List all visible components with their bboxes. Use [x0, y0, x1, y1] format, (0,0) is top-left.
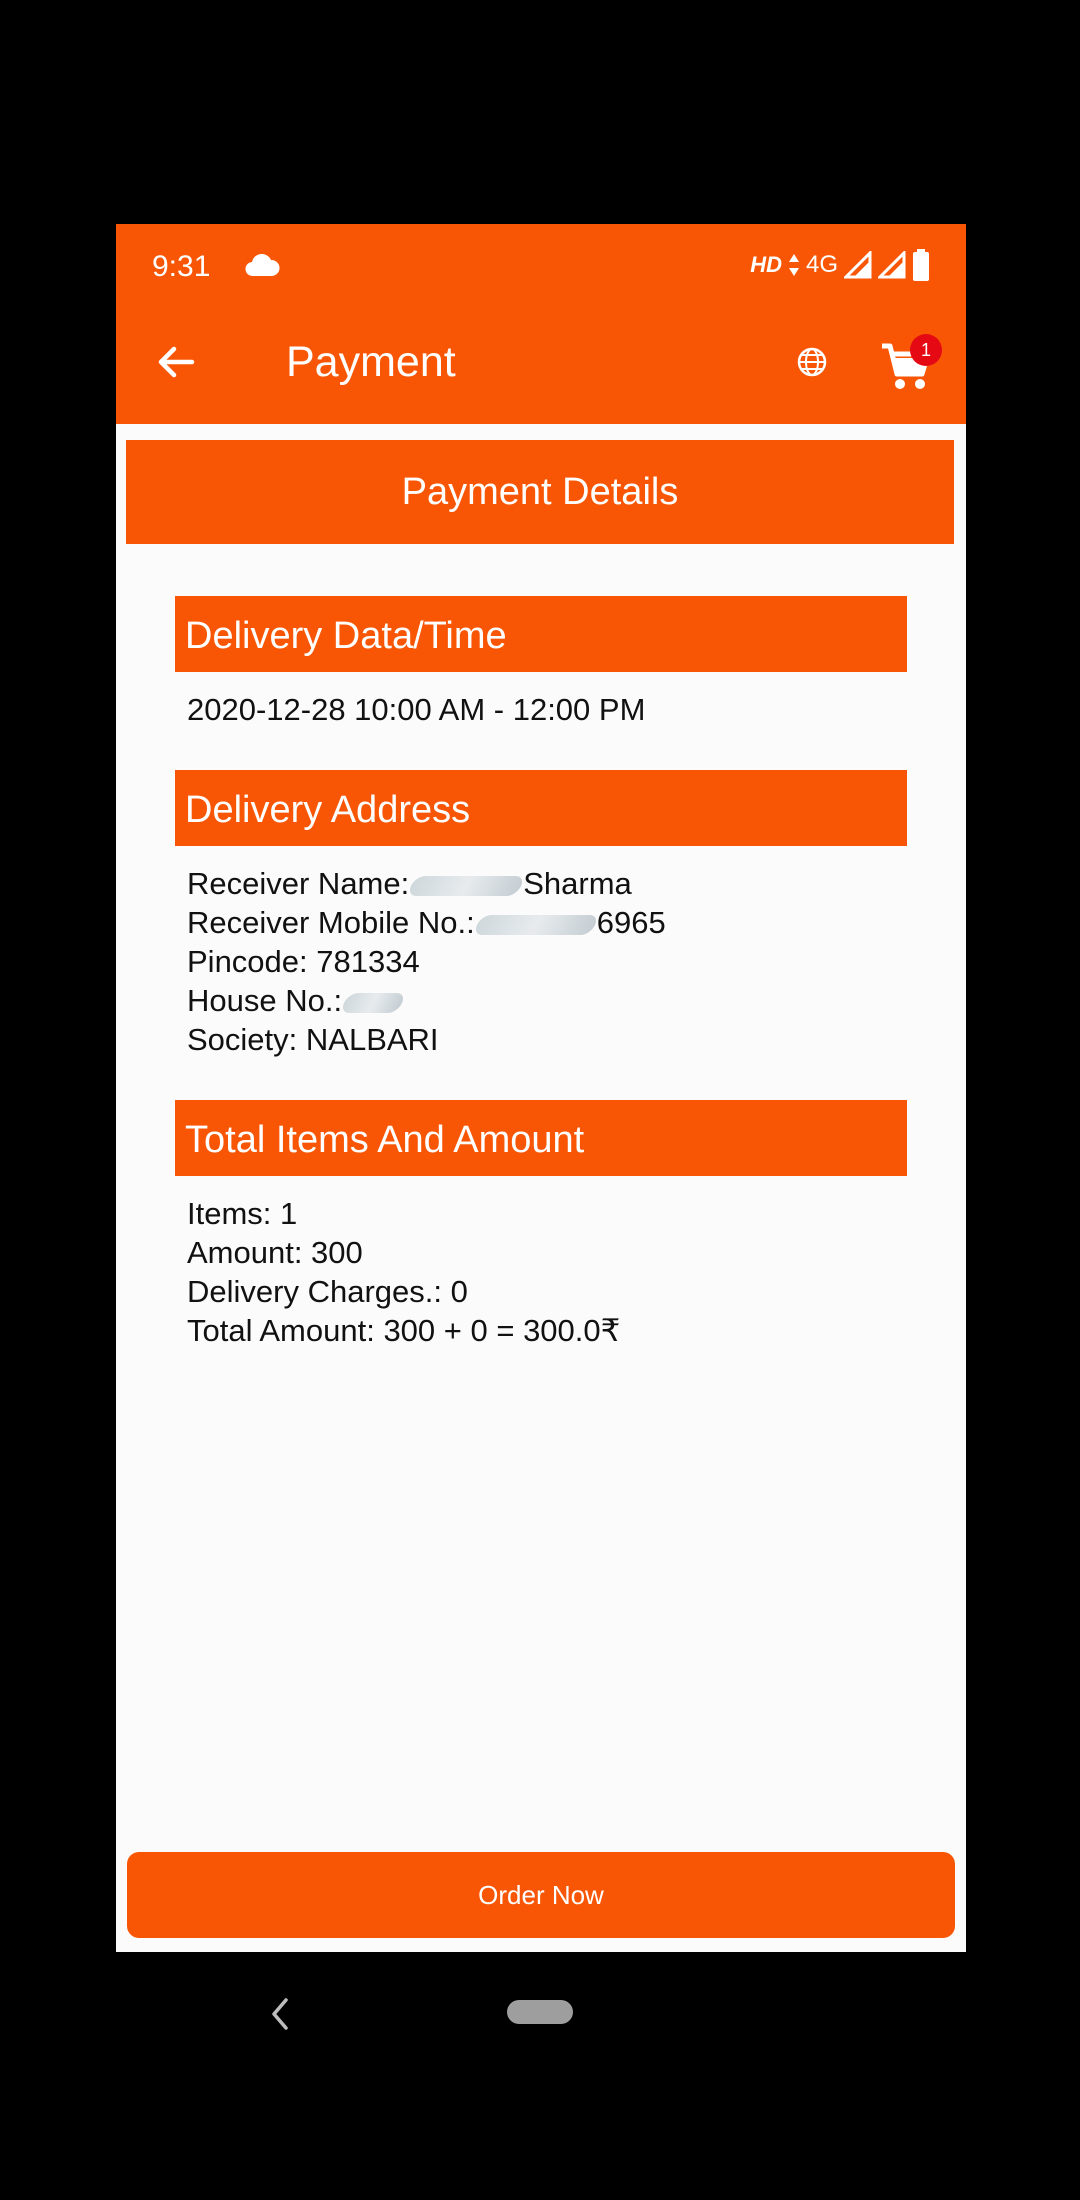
receiver-mobile-label: Receiver Mobile No.: — [187, 905, 475, 940]
data-arrows-icon — [788, 254, 799, 276]
amount-row: Amount: 300 — [187, 1235, 363, 1270]
nav-home-pill[interactable] — [507, 2000, 573, 2024]
status-time: 9:31 — [152, 250, 211, 283]
totals-details: Items: 1 Amount: 300 Delivery Charges.: … — [187, 1194, 907, 1350]
delivery-address-details: Receiver Name: Sharma Receiver Mobile No.… — [187, 864, 907, 1059]
redacted-name — [406, 875, 526, 896]
status-bar: 9:31 HD 4G — [116, 224, 966, 302]
total-amount-row: Total Amount: 300 + 0 = 300.0₹ — [187, 1313, 621, 1348]
app-header: 9:31 HD 4G Payment 1 — [116, 224, 966, 424]
cart-badge: 1 — [910, 334, 942, 366]
receiver-mobile-row: Receiver Mobile No.: 6965 — [187, 903, 907, 942]
toolbar: Payment 1 — [116, 302, 966, 424]
delivery-time-value: 2020-12-28 10:00 AM - 12:00 PM — [187, 692, 646, 727]
pincode-row: Pincode: 781334 — [187, 944, 420, 979]
nav-back-icon[interactable] — [266, 1994, 294, 2034]
battery-icon — [913, 249, 929, 281]
redacted-house — [339, 992, 407, 1013]
receiver-mobile-visible: 6965 — [596, 905, 666, 940]
totals-title: Total Items And Amount — [175, 1100, 907, 1176]
house-row: House No.: — [187, 981, 907, 1020]
status-icons: HD 4G — [750, 248, 930, 282]
house-label: House No.: — [187, 983, 343, 1018]
items-row: Items: 1 — [187, 1196, 298, 1231]
delivery-charges-row: Delivery Charges.: 0 — [187, 1274, 468, 1309]
app-screen: 9:31 HD 4G Payment 1 Payment Details Del… — [116, 224, 966, 1952]
society-row: Society: NALBARI — [187, 1022, 439, 1057]
receiver-name-row: Receiver Name: Sharma — [187, 864, 907, 903]
redacted-mobile — [472, 914, 600, 935]
payment-details-header: Payment Details — [126, 440, 954, 544]
arrow-left-icon[interactable] — [152, 338, 200, 386]
hd-indicator: HD — [750, 252, 782, 277]
globe-icon[interactable] — [796, 346, 828, 378]
delivery-time-details: 2020-12-28 10:00 AM - 12:00 PM — [187, 690, 907, 729]
delivery-address-title: Delivery Address — [175, 770, 907, 846]
signal-icon — [878, 251, 906, 279]
order-now-button[interactable]: Order Now — [127, 1852, 955, 1938]
system-nav-bar — [0, 1952, 1080, 2200]
network-type: 4G — [805, 251, 838, 278]
receiver-name-label: Receiver Name: — [187, 866, 410, 901]
cloud-icon — [245, 254, 280, 277]
signal-icon — [844, 251, 872, 279]
receiver-name-visible: Sharma — [523, 866, 632, 901]
page-title: Payment — [286, 338, 456, 386]
delivery-time-title: Delivery Data/Time — [175, 596, 907, 672]
